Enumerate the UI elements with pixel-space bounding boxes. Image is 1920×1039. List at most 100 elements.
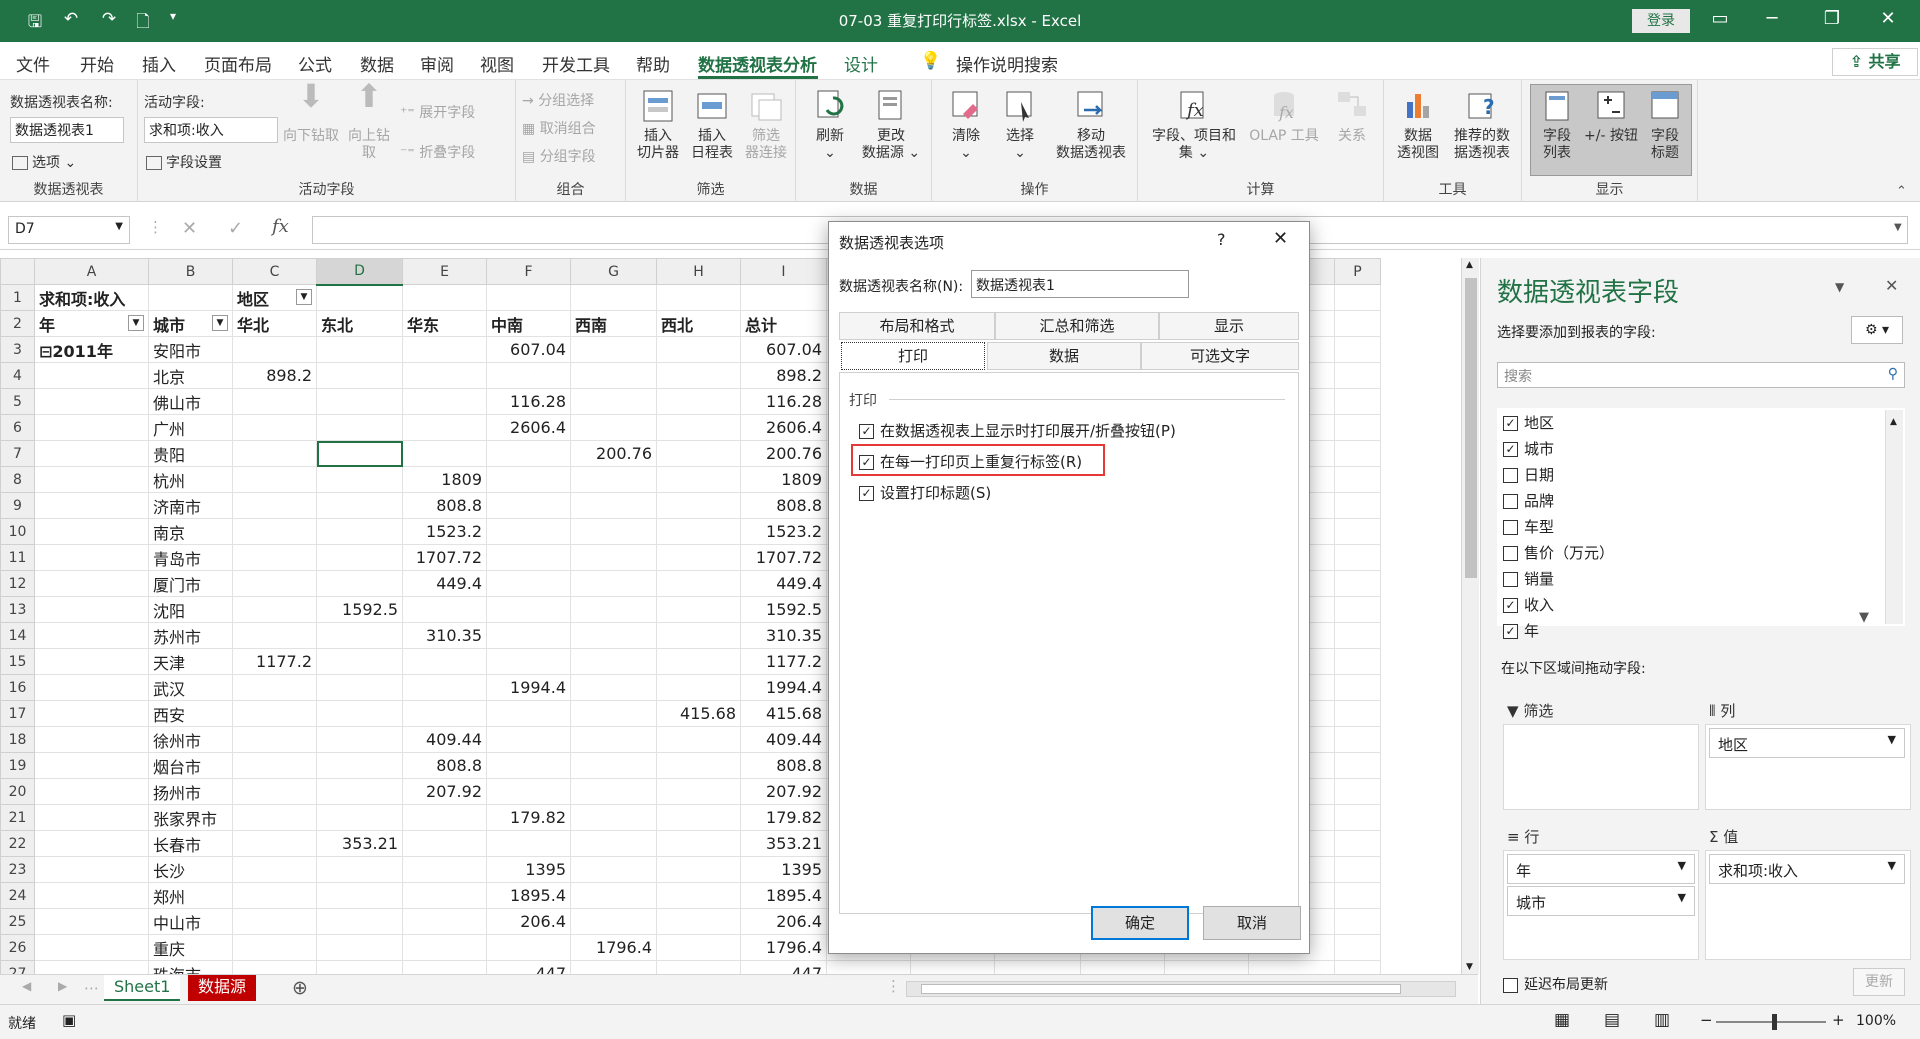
pivot-value-cell[interactable] [656,934,741,961]
row-header[interactable]: 15 [0,648,35,675]
pivot-value-cell[interactable] [316,908,403,935]
add-sheet-icon[interactable]: ⊕ [292,977,308,999]
pivot-year-cell[interactable] [34,726,149,753]
tab-design[interactable]: 设计 [844,51,878,76]
tab-view[interactable]: 视图 [480,51,514,76]
insert-timeline-button[interactable]: 插入 日程表 [686,88,738,162]
close-window-icon[interactable]: ✕ [1868,8,1908,29]
pane-close-icon[interactable]: ✕ [1885,276,1898,295]
pivot-value-cell[interactable] [232,700,317,727]
pivot-year-cell[interactable] [34,648,149,675]
pivot-value-cell[interactable] [232,518,317,545]
pivot-value-cell[interactable] [656,388,741,415]
pivot-city-cell[interactable]: 佛山市 [148,388,233,415]
checkbox-checked[interactable]: ✓ [1503,416,1518,431]
cell[interactable] [1334,882,1381,909]
cell[interactable] [1334,648,1381,675]
pivot-value-cell[interactable] [570,908,657,935]
cell[interactable] [994,960,1081,974]
expand-field-button[interactable]: ⁺⁼ 展开字段 [400,102,475,122]
cell[interactable] [1248,960,1335,974]
repeat-row-labels-checkbox[interactable]: ✓ 在每一打印页上重复行标签(R) [859,451,1082,472]
pivot-value-cell[interactable] [316,882,403,909]
pivot-value-cell[interactable]: 449.4 [402,570,487,597]
row-header[interactable]: 24 [0,882,35,909]
pivot-city-cell[interactable]: 杭州 [148,466,233,493]
row-header[interactable]: 26 [0,934,35,961]
row-header[interactable]: 5 [0,388,35,415]
drill-up-button[interactable]: ⬆ 向上钻取 [344,80,394,162]
cell[interactable] [1334,518,1381,545]
filter-dropdown-icon[interactable]: ▼ [296,288,312,305]
change-source-button[interactable]: 更改 数据源 ⌄ [858,88,924,162]
pivot-value-cell[interactable]: 1809 [740,466,827,493]
pivot-value-cell[interactable] [570,492,657,519]
column-header-g[interactable]: G [570,258,657,285]
more-sheets-icon[interactable]: ⋯ [84,979,99,997]
clear-button[interactable]: 清除 ⌄ [940,88,992,162]
cell[interactable] [1334,752,1381,779]
pivot-value-cell[interactable]: 200.76 [740,440,827,467]
pivot-city-cell[interactable]: 济南市 [148,492,233,519]
pivot-year-cell[interactable] [34,752,149,779]
pivot-value-cell[interactable]: 116.28 [486,388,571,415]
pivot-city-cell[interactable]: 徐州市 [148,726,233,753]
pivot-value-cell[interactable] [570,622,657,649]
pt-name-input[interactable]: 数据透视表1 [10,117,124,143]
pivot-value-cell[interactable] [486,700,571,727]
sheet-tab-source[interactable]: 数据源 [188,975,257,1001]
pivot-value-cell[interactable] [232,440,317,467]
pivot-city-cell[interactable]: 西安 [148,700,233,727]
column-header-c[interactable]: C [232,258,317,285]
pivot-value-cell[interactable]: 353.21 [316,830,403,857]
pivot-value-cell[interactable]: 1395 [486,856,571,883]
pivot-value-cell[interactable] [656,648,741,675]
pivot-value-cell[interactable] [316,674,403,701]
pivot-value-cell[interactable] [232,856,317,883]
scroll-thumb[interactable] [1465,278,1477,578]
pivot-value-cell[interactable] [656,622,741,649]
pane-options-chevron-icon[interactable]: ▼ [1835,280,1844,294]
pivot-value-cell[interactable] [316,492,403,519]
h-scroll-thumb[interactable] [921,984,1401,994]
pivot-value-cell[interactable] [316,388,403,415]
pivot-value-cell[interactable] [232,726,317,753]
cell[interactable] [1334,492,1381,519]
pane-settings-button[interactable]: ⚙ ▾ [1851,316,1903,344]
pivot-value-cell[interactable]: 1395 [740,856,827,883]
active-field-input[interactable]: 求和项:收入 [144,117,278,143]
row-field-chip-year[interactable]: 年 ▼ [1507,854,1695,884]
tab-pivot-analyze[interactable]: 数据透视表分析 [698,51,817,76]
pivot-value-cell[interactable]: 808.8 [402,752,487,779]
pivot-value-cell[interactable] [656,804,741,831]
pivot-value-cell[interactable] [656,778,741,805]
pivot-value-cell[interactable] [656,336,741,363]
pivot-year-cell[interactable] [34,544,149,571]
pivot-value-cell[interactable] [402,388,487,415]
pivot-value-cell[interactable] [486,648,571,675]
pivot-city-cell[interactable]: 扬州市 [148,778,233,805]
field-scroll-up-icon[interactable]: ▲ [1890,417,1897,427]
dialog-close-button[interactable]: ✕ [1273,228,1288,249]
cell[interactable] [316,284,403,311]
ok-button[interactable]: 确定 [1091,906,1189,940]
pivot-header-cell[interactable]: 华北 [232,310,317,337]
pivot-value-cell[interactable]: 447 [740,960,827,974]
cell[interactable] [1334,960,1381,974]
cell[interactable] [1334,310,1381,337]
pivot-value-cell[interactable] [232,674,317,701]
row-header[interactable]: 1 [0,284,35,311]
pivot-value-cell[interactable] [656,856,741,883]
pivot-header-cell[interactable]: 中南 [486,310,571,337]
sheet-tab-sheet1[interactable]: Sheet1 [104,975,181,1001]
pivot-year-cell[interactable] [34,882,149,909]
set-print-titles-checkbox[interactable]: ✓ 设置打印标题(S) [859,482,991,503]
drill-down-button[interactable]: ⬇ 向下钻取 [282,80,340,145]
pivot-city-cell[interactable]: 郑州 [148,882,233,909]
pivot-city-cell[interactable]: 贵阳 [148,440,233,467]
pivot-year-cell[interactable] [34,622,149,649]
field-item[interactable]: ✓ 收入 [1503,594,1554,615]
pivot-value-cell[interactable] [316,804,403,831]
pivot-city-cell[interactable]: 北京 [148,362,233,389]
pivot-value-label[interactable]: 求和项:收入 [34,284,149,311]
